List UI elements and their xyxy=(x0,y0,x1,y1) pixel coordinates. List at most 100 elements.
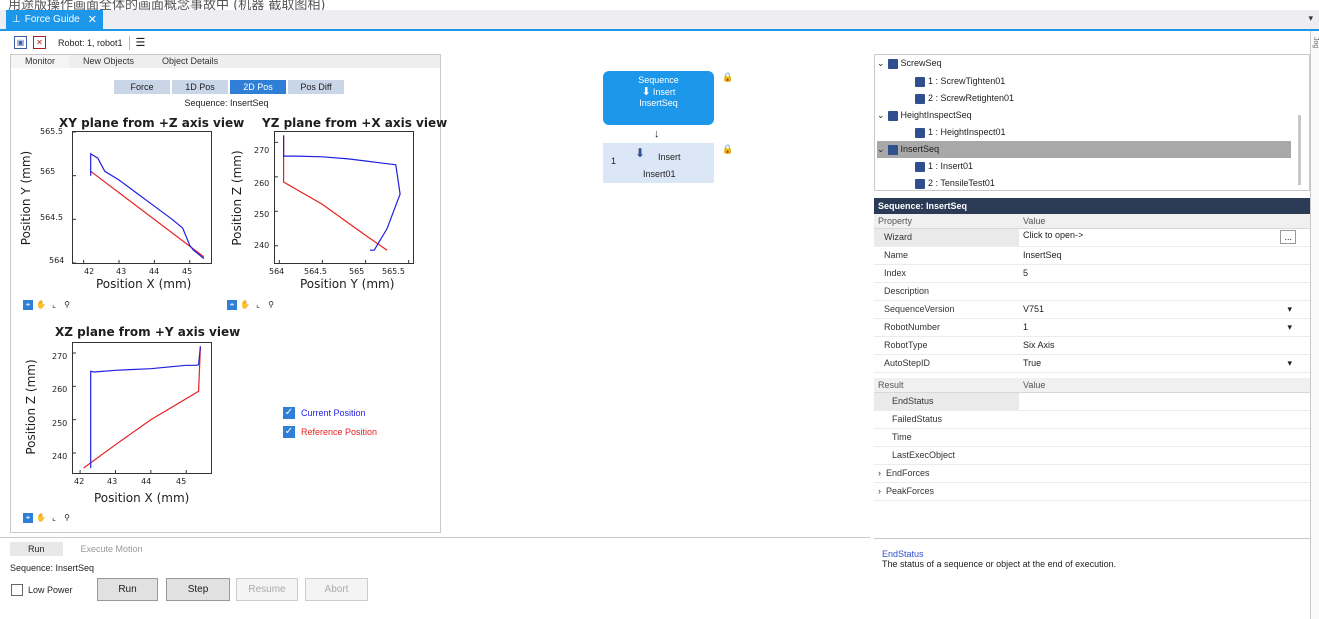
property-row[interactable]: SequenceVersion V751 ▾ xyxy=(874,300,1310,319)
object-node[interactable]: 1 ⬇ Insert Insert01 xyxy=(603,143,714,183)
sequence-caption: Sequence: InsertSeq xyxy=(184,98,269,108)
ellipsis-button[interactable]: ... xyxy=(1280,230,1296,244)
property-row[interactable]: RobotNumber 1 ▾ xyxy=(874,318,1310,337)
zoom-box-icon[interactable]: ⌞ xyxy=(253,300,263,310)
result-row[interactable]: FailedStatus xyxy=(874,410,1310,429)
result-row[interactable]: EndStatus xyxy=(874,392,1310,411)
dropdown-icon[interactable]: ▾ xyxy=(1287,322,1292,333)
tab-run[interactable]: Run xyxy=(10,542,63,556)
property-row[interactable]: Description xyxy=(874,282,1310,301)
dropdown-icon[interactable]: ▾ xyxy=(1287,358,1292,369)
property-row[interactable]: Name InsertSeq xyxy=(874,246,1310,265)
property-row[interactable]: Wizard Click to open->... xyxy=(874,228,1310,247)
tick-label: 45 xyxy=(176,477,187,486)
tab-force-guide[interactable]: ⊥ Force Guide ✕ xyxy=(6,10,103,29)
tab-execute-motion[interactable]: Execute Motion xyxy=(63,542,161,556)
property-row[interactable]: AutoStepID True ▾ xyxy=(874,354,1310,373)
property-value[interactable]: 1 ▾ xyxy=(1019,318,1310,337)
yz-plot-area[interactable] xyxy=(274,131,414,264)
zoom-icon[interactable]: ⚲ xyxy=(266,300,276,310)
node-title: Sequence xyxy=(638,75,679,85)
scrollbar[interactable] xyxy=(1298,115,1301,185)
zoom-box-icon[interactable]: ⌞ xyxy=(49,300,59,310)
legend-reference[interactable]: ✓ Reference Position xyxy=(283,426,377,438)
property-value[interactable]: Click to open->... xyxy=(1019,228,1310,247)
result-row[interactable]: Time xyxy=(874,428,1310,447)
pan-icon[interactable]: ✋ xyxy=(240,300,250,310)
chevron-down-icon[interactable]: ⌄ xyxy=(877,107,885,124)
close-icon[interactable]: ✕ xyxy=(88,13,97,26)
chevron-down-icon[interactable]: ⌄ xyxy=(877,141,885,158)
tab-pos-diff[interactable]: Pos Diff xyxy=(288,80,344,94)
tree-item[interactable]: 1 : ScrewTighten01 xyxy=(915,73,1005,90)
zoom-box-icon[interactable]: ⌞ xyxy=(49,513,59,523)
checkbox-current[interactable]: ✓ xyxy=(283,407,295,419)
pan-icon[interactable]: ✋ xyxy=(36,513,46,523)
chevron-down-icon[interactable]: ⌄ xyxy=(877,55,885,72)
tab-force[interactable]: Force xyxy=(114,80,170,94)
property-value[interactable]: Six Axis xyxy=(1019,336,1310,355)
layout-icon[interactable]: ☰ xyxy=(136,36,146,49)
tab-1d-pos[interactable]: 1D Pos xyxy=(172,80,228,94)
property-value[interactable] xyxy=(1019,282,1310,301)
jog-side-panel[interactable]: Jog xyxy=(1310,31,1319,619)
zoom-icon[interactable]: ⚲ xyxy=(62,513,72,523)
tree-item-label: 1 : Insert01 xyxy=(928,161,974,171)
xy-plot-area[interactable] xyxy=(72,131,212,264)
result-row[interactable]: › PeakForces xyxy=(874,482,1310,501)
tree-item[interactable]: ⌄ HeightInspectSeq xyxy=(877,107,972,124)
property-value[interactable]: InsertSeq xyxy=(1019,246,1310,265)
property-value[interactable]: V751 ▾ xyxy=(1019,300,1310,319)
tab-object-details[interactable]: Object Details xyxy=(148,55,232,68)
result-row[interactable]: › EndForces xyxy=(874,464,1310,483)
pan-icon[interactable]: ✋ xyxy=(36,300,46,310)
chevron-right-icon[interactable]: › xyxy=(878,486,881,496)
toolbar-divider xyxy=(128,35,130,50)
tab-new-objects[interactable]: New Objects xyxy=(69,55,148,68)
delete-icon[interactable]: ✕ xyxy=(33,36,46,49)
tree-item[interactable]: ⌄ ScrewSeq xyxy=(877,55,1291,72)
tick-label: 250 xyxy=(254,210,270,219)
legend-current[interactable]: ✓ Current Position xyxy=(283,407,366,419)
chevron-right-icon[interactable]: › xyxy=(878,468,881,478)
result-row[interactable]: LastExecObject xyxy=(874,446,1310,465)
property-value[interactable]: True ▾ xyxy=(1019,354,1310,373)
description-text: The status of a sequence or object at th… xyxy=(882,559,1117,569)
low-power-option[interactable]: Low Power xyxy=(11,584,73,596)
property-value[interactable]: 5 xyxy=(1019,264,1310,283)
jog-label: Jog xyxy=(1312,37,1319,49)
tree-item[interactable]: 2 : ScrewRetighten01 xyxy=(915,90,1014,107)
sequence-node[interactable]: Sequence ⬇ Insert InsertSeq xyxy=(603,71,714,125)
dropdown-icon[interactable]: ▾ xyxy=(1287,304,1292,315)
property-row[interactable]: RobotType Six Axis xyxy=(874,336,1310,355)
description-title: EndStatus xyxy=(882,549,924,559)
tree-item[interactable]: 2 : TensileTest01 xyxy=(915,175,995,192)
tick-label: 564 xyxy=(269,267,285,276)
checkbox-reference[interactable]: ✓ xyxy=(283,426,295,438)
height-inspect-icon xyxy=(915,127,925,138)
tick-label: 565.5 xyxy=(382,267,405,276)
select-icon[interactable]: ⌖ xyxy=(23,300,33,310)
tab-monitor[interactable]: Monitor xyxy=(11,55,70,68)
result-key[interactable]: › EndForces xyxy=(874,464,1019,483)
zoom-icon[interactable]: ⚲ xyxy=(62,300,72,310)
save-icon[interactable]: ▣ xyxy=(14,36,27,49)
step-button[interactable]: Step xyxy=(166,578,230,601)
result-key: Time xyxy=(874,428,1019,447)
low-power-checkbox[interactable] xyxy=(11,584,23,596)
select-icon[interactable]: ⌖ xyxy=(23,513,33,523)
run-button[interactable]: Run xyxy=(97,578,158,601)
resume-button[interactable]: Resume xyxy=(236,578,298,601)
tree-item-selected[interactable]: ⌄ InsertSeq xyxy=(877,141,1291,158)
top-strip-text: 用途版操作画面全体的画面概念事故中 (机器 截取图相) xyxy=(8,0,326,10)
property-row[interactable]: Index 5 xyxy=(874,264,1310,283)
abort-button[interactable]: Abort xyxy=(305,578,368,601)
tick-label: 43 xyxy=(116,267,127,276)
tree-item[interactable]: 1 : HeightInspect01 xyxy=(915,124,1006,141)
tab-2d-pos[interactable]: 2D Pos xyxy=(230,80,286,94)
tree-item[interactable]: 1 : Insert01 xyxy=(915,158,973,175)
xz-plot-area[interactable] xyxy=(72,342,212,474)
select-icon[interactable]: ⌖ xyxy=(227,300,237,310)
chevron-down-icon[interactable]: ▾ xyxy=(1308,13,1313,24)
result-key[interactable]: › PeakForces xyxy=(874,482,1019,501)
